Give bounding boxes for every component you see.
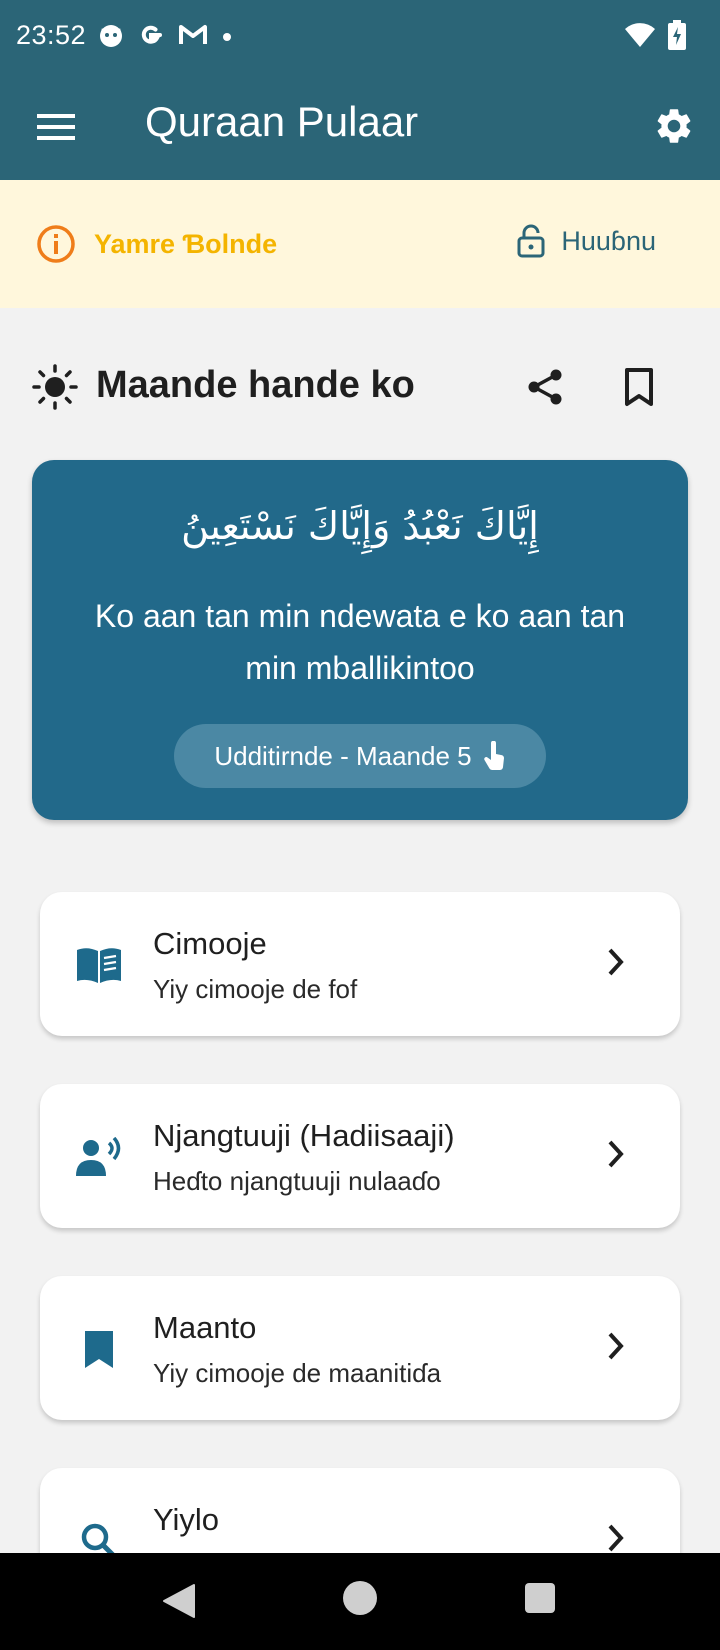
verse-of-day-title: Maande hande ko <box>96 364 415 406</box>
share-icon <box>528 369 562 405</box>
verse-card[interactable]: إِيَّاكَ نَعْبُدُ وَإِيَّاكَ نَسْتَعِينُ… <box>32 460 688 820</box>
login-label: Huuɓnu <box>561 225 656 256</box>
recent-apps-icon[interactable] <box>525 1583 555 1613</box>
menu-card-subtitle: Yiy cimooje de fof <box>153 974 358 1004</box>
gear-icon <box>657 109 691 143</box>
lock-open-icon <box>517 224 545 258</box>
bookmark-outline-icon <box>625 368 653 406</box>
status-system-icons <box>624 20 686 55</box>
app-bar: Quraan Pulaar <box>0 74 720 180</box>
touch-icon <box>483 741 504 770</box>
menu-card-bookmarks[interactable]: Maanto Yiy cimooje de maanitiɗa <box>40 1276 680 1420</box>
home-icon[interactable] <box>343 1581 377 1615</box>
wifi-icon <box>624 21 656 54</box>
info-icon <box>37 225 75 263</box>
dot-icon <box>222 29 232 47</box>
menu-card-subtitle: Heɗto njangtuuji nulaaɗo <box>153 1166 441 1196</box>
speaker-person-icon <box>72 1130 126 1184</box>
banner-title: Yamre Ɓolnde <box>94 228 278 259</box>
verse-translation: Ko aan tan min ndewata e ko aan tan min … <box>94 598 626 686</box>
verse-reference-button[interactable]: Udditirnde - Maande 5 <box>174 724 546 788</box>
menu-card-subtitle: Yiy cimooje de maanitiɗa <box>153 1358 442 1388</box>
sun-icon <box>32 364 78 410</box>
menu-card-title: Njangtuuji (Hadiisaaji) <box>153 1118 455 1153</box>
gmail-icon <box>178 23 208 52</box>
login-button[interactable]: Huuɓnu <box>517 224 656 258</box>
verse-arabic-text: إِيَّاكَ نَعْبُدُ وَإِيَّاكَ نَسْتَعِينُ <box>181 504 539 548</box>
share-button[interactable] <box>520 362 570 412</box>
chevron-right-icon <box>608 1332 624 1360</box>
menu-card-title: Maanto <box>153 1310 257 1345</box>
chevron-right-icon <box>608 1140 624 1168</box>
chevron-right-icon <box>608 1524 624 1552</box>
menu-button[interactable] <box>30 104 82 150</box>
google-icon <box>138 22 164 53</box>
app-title: Quraan Pulaar <box>145 98 419 145</box>
menu-card-title: Cimooje <box>153 926 267 961</box>
banner-info[interactable]: Yamre Ɓolnde <box>36 224 277 264</box>
menu-card-chapters[interactable]: Cimooje Yiy cimooje de fof <box>40 892 680 1036</box>
system-navigation-bar <box>0 1553 720 1650</box>
menu-card-recitations[interactable]: Njangtuuji (Hadiisaaji) Heɗto njangtuuji… <box>40 1084 680 1228</box>
verse-of-day-header: Maande hande ko <box>30 358 690 418</box>
status-notification-icons <box>98 22 232 53</box>
chevron-right-icon <box>608 948 624 976</box>
hamburger-menu-icon <box>37 114 75 140</box>
menu-card-title: Yiylo <box>153 1502 220 1537</box>
settings-button[interactable] <box>648 100 700 152</box>
bookmark-button[interactable] <box>614 362 664 412</box>
status-time: 23:52 <box>16 20 87 50</box>
verse-reference-label: Udditirnde - Maande 5 <box>214 740 472 771</box>
battery-charging-icon <box>668 20 686 55</box>
cat-icon <box>98 22 124 53</box>
bookmark-icon <box>72 1322 126 1376</box>
status-bar: 23:52 <box>0 0 720 74</box>
book-open-icon <box>72 938 126 992</box>
back-icon[interactable] <box>162 1583 196 1619</box>
info-banner: Yamre Ɓolnde Huuɓnu <box>0 180 720 308</box>
